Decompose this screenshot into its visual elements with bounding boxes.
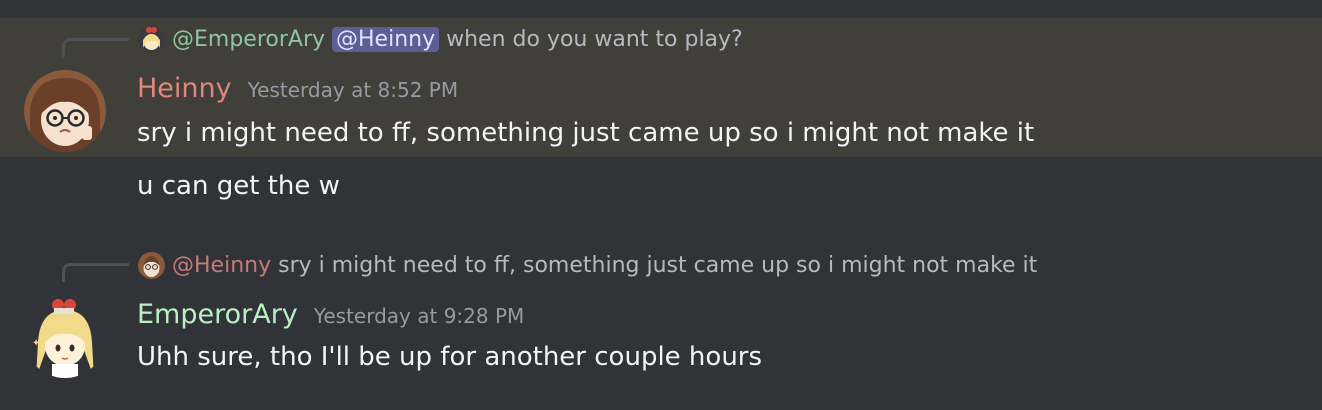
reply-author[interactable]: @EmperorAry bbox=[172, 27, 325, 52]
chat-log: @EmperorAry @Heinny when do you want to … bbox=[0, 0, 1322, 410]
reply-text[interactable]: when do you want to play? bbox=[446, 27, 743, 52]
heinny-mini-avatar-icon[interactable] bbox=[138, 252, 165, 279]
reply-preview[interactable]: @EmperorAry @Heinny when do you want to … bbox=[138, 26, 743, 53]
reply-author[interactable]: @Heinny bbox=[172, 253, 271, 278]
emperorary-avatar-icon[interactable]: ✦ bbox=[24, 296, 106, 378]
user-mention[interactable]: @Heinny bbox=[332, 27, 440, 52]
svg-text:✦: ✦ bbox=[32, 338, 40, 349]
message-content: Uhh sure, tho I'll be up for another cou… bbox=[137, 342, 763, 372]
reply-preview[interactable]: @Heinny sry i might need to ff, somethin… bbox=[138, 252, 1037, 279]
message-header: Heinny Yesterday at 8:52 PM bbox=[137, 73, 458, 104]
username[interactable]: Heinny bbox=[137, 73, 232, 104]
message-header: EmperorAry Yesterday at 9:28 PM bbox=[137, 299, 524, 330]
heinny-avatar-icon[interactable] bbox=[24, 70, 106, 152]
message-content: sry i might need to ff, something just c… bbox=[137, 118, 1035, 148]
reply-connector bbox=[62, 263, 129, 282]
emperorary-mini-avatar-icon[interactable] bbox=[138, 26, 165, 53]
timestamp[interactable]: Yesterday at 9:28 PM bbox=[314, 304, 525, 328]
reply-connector bbox=[62, 38, 129, 57]
message-content: u can get the w bbox=[137, 171, 340, 201]
timestamp[interactable]: Yesterday at 8:52 PM bbox=[248, 78, 459, 102]
reply-text[interactable]: sry i might need to ff, something just c… bbox=[278, 253, 1037, 278]
username[interactable]: EmperorAry bbox=[137, 299, 298, 330]
